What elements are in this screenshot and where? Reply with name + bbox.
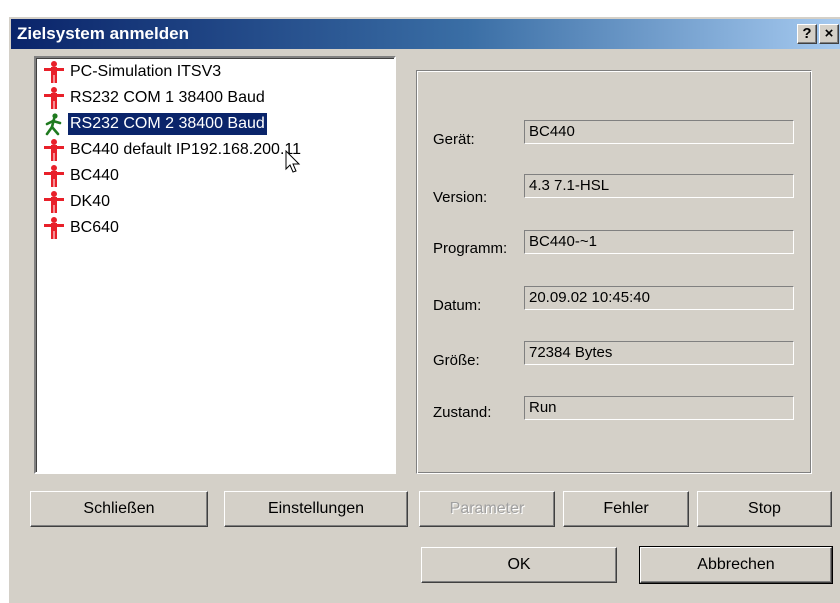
list-item[interactable]: BC440 [40, 164, 121, 188]
list-item[interactable]: BC640 [40, 216, 121, 240]
green-figure-icon [45, 113, 62, 136]
list-item-label: RS232 COM 1 38400 Baud [70, 89, 265, 106]
info-label-size: Größe: [433, 352, 480, 369]
error-button[interactable]: Fehler [563, 491, 689, 527]
device-field: BC440 [524, 120, 794, 144]
list-item-label: BC440 [70, 167, 119, 184]
cancel-button[interactable]: Abbrechen [639, 546, 833, 584]
size-field: 72384 Bytes [524, 341, 794, 365]
state-field: Run [524, 396, 794, 420]
mouse-cursor-icon [285, 150, 301, 173]
info-label-device: Gerät: [433, 131, 475, 148]
info-label-version: Version: [433, 189, 488, 206]
info-label-state: Zustand: [433, 404, 492, 421]
list-item[interactable]: PC-Simulation ITSV3 [40, 60, 223, 84]
red-figure-icon [44, 191, 64, 213]
info-label-date: Datum: [433, 297, 482, 314]
window-title: Zielsystem anmelden [17, 24, 189, 43]
list-item-selected[interactable]: RS232 COM 2 38400 Baud [40, 112, 267, 136]
list-item-label: PC-Simulation ITSV3 [70, 63, 222, 80]
red-figure-icon [44, 165, 64, 187]
stop-button[interactable]: Stop [697, 491, 832, 527]
title-bar[interactable]: Zielsystem anmelden ? × [11, 19, 840, 49]
red-figure-icon [44, 61, 64, 83]
program-field: BC440-~1 [524, 230, 794, 254]
parameter-button[interactable]: Parameter [419, 491, 555, 527]
date-field: 20.09.02 10:45:40 [524, 286, 794, 310]
target-system-list[interactable]: PC-Simulation ITSV3 RS232 COM 1 38400 Ba… [34, 56, 396, 474]
red-figure-icon [44, 87, 64, 109]
ok-button[interactable]: OK [421, 547, 617, 583]
version-field: 4.3 7.1-HSL [524, 174, 794, 198]
close-window-button[interactable]: × [819, 24, 839, 44]
list-item[interactable]: BC440 default IP192.168.200.11 [40, 138, 303, 162]
list-item[interactable]: DK40 [40, 190, 112, 214]
red-figure-icon [44, 139, 64, 161]
red-figure-icon [44, 217, 64, 239]
list-item-label: BC640 [70, 219, 119, 236]
list-item[interactable]: RS232 COM 1 38400 Baud [40, 86, 267, 110]
list-item-label: DK40 [70, 193, 111, 210]
help-button[interactable]: ? [797, 24, 817, 44]
list-item-label: BC440 default IP192.168.200.11 [70, 141, 301, 158]
close-button[interactable]: Schließen [30, 491, 208, 527]
list-item-label: RS232 COM 2 38400 Baud [68, 113, 267, 135]
settings-button[interactable]: Einstellungen [224, 491, 408, 527]
info-label-program: Programm: [433, 240, 508, 257]
